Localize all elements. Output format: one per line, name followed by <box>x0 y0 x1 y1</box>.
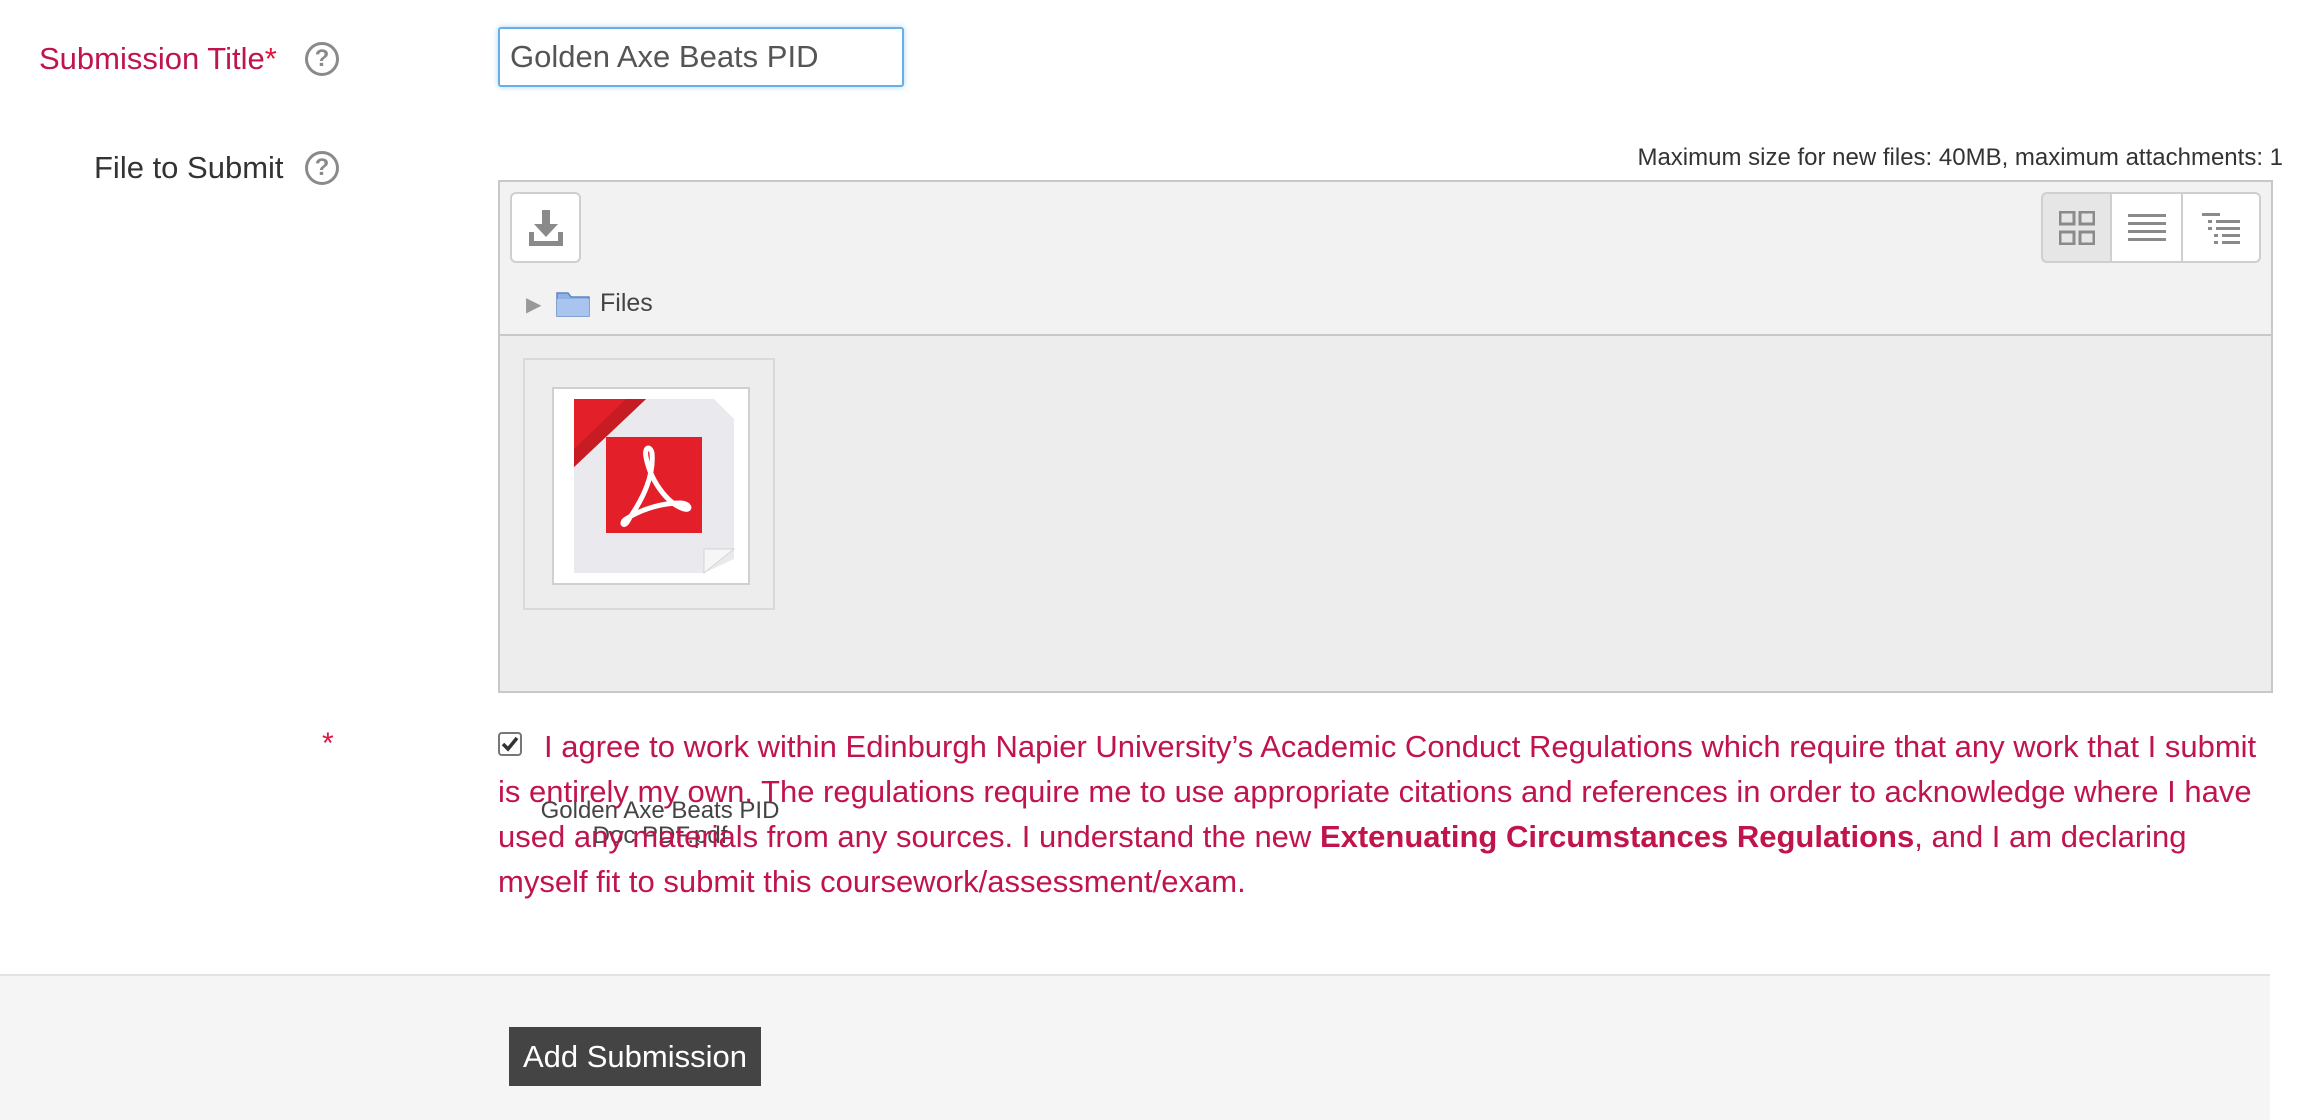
file-limits-note: Maximum size for new files: 40MB, maximu… <box>1637 144 2283 171</box>
path-folder-label[interactable]: Files <box>600 289 653 318</box>
file-thumbnail <box>552 387 750 585</box>
help-icon[interactable]: ? <box>305 42 339 76</box>
pdf-file-icon <box>574 399 736 575</box>
submission-title-label: Submission Title* <box>39 41 277 77</box>
agreement-checkbox[interactable] <box>498 732 522 756</box>
help-icon-glyph: ? <box>314 45 330 72</box>
list-view-icon <box>2127 213 2166 241</box>
add-submission-button[interactable]: Add Submission <box>509 1027 761 1086</box>
form-footer: Add Submission <box>0 974 2270 1120</box>
submission-title-input[interactable] <box>498 27 904 87</box>
expand-arrow-icon[interactable]: ▶ <box>526 292 541 317</box>
icons-view-icon <box>2058 210 2095 245</box>
help-icon[interactable]: ? <box>305 151 339 185</box>
extenuating-circumstances-link[interactable]: Extenuating Circumstances Regulations <box>1320 819 1914 854</box>
tree-view-icon <box>2202 212 2240 244</box>
tree-view-button[interactable] <box>2183 192 2261 263</box>
file-manager-toolbar <box>500 182 2271 276</box>
file-manager: ▶ Files Golden Axe Beats PID Doc PDF.pdf <box>498 180 2273 848</box>
required-marker: * <box>264 41 277 76</box>
submission-title-label-text: Submission Title <box>39 41 265 76</box>
agreement-required-marker: * <box>322 727 334 760</box>
checkmark-icon <box>501 736 519 752</box>
add-file-button[interactable] <box>510 192 581 263</box>
agreement-text: I agree to work within Edinburgh Napier … <box>498 724 2258 904</box>
download-icon <box>528 209 563 246</box>
icons-view-button[interactable] <box>2041 192 2112 263</box>
help-icon-glyph: ? <box>314 154 330 181</box>
folder-icon <box>556 292 590 317</box>
list-view-button[interactable] <box>2112 192 2183 263</box>
file-to-submit-label: File to Submit <box>94 150 284 185</box>
file-item[interactable]: Golden Axe Beats PID Doc PDF.pdf <box>523 358 779 848</box>
file-manager-path-bar: ▶ Files <box>500 274 2271 336</box>
